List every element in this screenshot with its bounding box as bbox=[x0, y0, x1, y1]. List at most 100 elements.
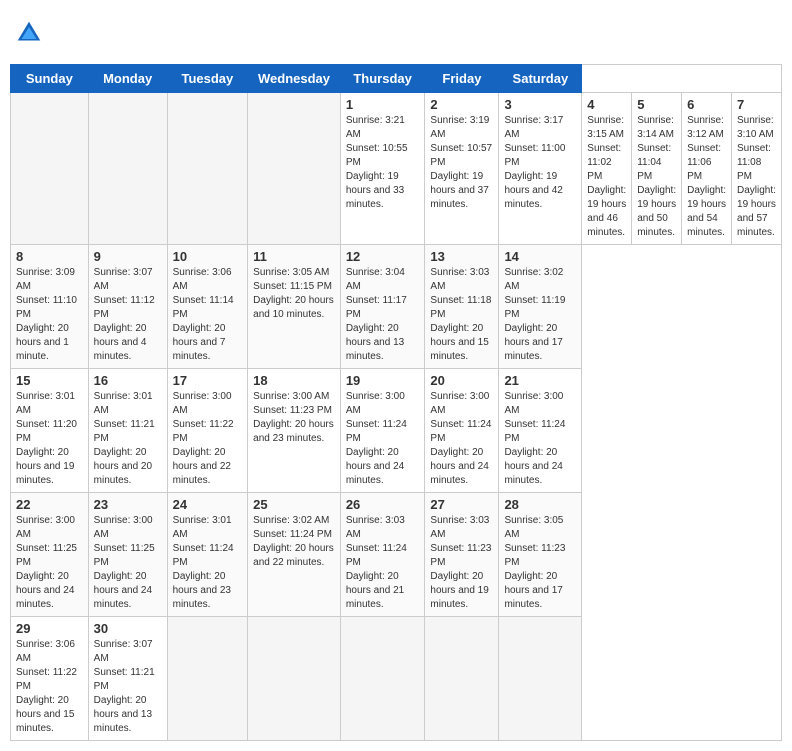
calendar-cell bbox=[425, 617, 499, 741]
day-info: Sunrise: 3:06 AMSunset: 11:22 PMDaylight… bbox=[16, 638, 83, 736]
calendar-cell: 22 Sunrise: 3:00 AMSunset: 11:25 PMDaylig… bbox=[11, 493, 89, 617]
day-of-week-tuesday: Tuesday bbox=[167, 65, 248, 93]
day-number: 24 bbox=[173, 497, 243, 512]
calendar-cell: 3Sunrise: 3:17 AMSunset: 11:00 PMDayligh… bbox=[499, 93, 582, 245]
calendar-cell: 15Sunrise: 3:01 AMSunset: 11:20 PMDaylig… bbox=[11, 369, 89, 493]
day-info: Sunrise: 3:01 AMSunset: 11:24 PMDaylight… bbox=[173, 514, 243, 612]
calendar-cell: 11Sunrise: 3:05 AMSunset: 11:15 PMDaylig… bbox=[248, 245, 341, 369]
calendar-cell: 8 Sunrise: 3:09 AMSunset: 11:10 PMDayligh… bbox=[11, 245, 89, 369]
day-number: 5 bbox=[637, 97, 676, 112]
calendar-cell: 18 Sunrise: 3:00 AMSunset: 11:23 PMDaylig… bbox=[248, 369, 341, 493]
calendar-cell: 24 Sunrise: 3:01 AMSunset: 11:24 PMDaylig… bbox=[167, 493, 248, 617]
day-info: Sunrise: 3:07 AMSunset: 11:21 PMDaylight… bbox=[94, 638, 162, 736]
day-number: 27 bbox=[430, 497, 493, 512]
calendar-cell: 9Sunrise: 3:07 AMSunset: 11:12 PMDayligh… bbox=[88, 245, 167, 369]
day-info: Sunrise: 3:03 AMSunset: 11:23 PMDaylight… bbox=[430, 514, 493, 612]
calendar-cell: 27 Sunrise: 3:03 AMSunset: 11:23 PMDaylig… bbox=[425, 493, 499, 617]
day-number: 30 bbox=[94, 621, 162, 636]
header bbox=[10, 10, 782, 56]
day-number: 4 bbox=[587, 97, 626, 112]
day-info: Sunrise: 3:06 AMSunset: 11:14 PMDaylight… bbox=[173, 266, 243, 364]
day-number: 20 bbox=[430, 373, 493, 388]
day-number: 3 bbox=[504, 97, 576, 112]
day-info: Sunrise: 3:00 AMSunset: 11:24 PMDaylight… bbox=[504, 390, 576, 488]
day-info: Sunrise: 3:02 AMSunset: 11:24 PMDaylight… bbox=[253, 514, 335, 570]
day-number: 17 bbox=[173, 373, 243, 388]
calendar-week-row: 15Sunrise: 3:01 AMSunset: 11:20 PMDaylig… bbox=[11, 369, 782, 493]
day-info: Sunrise: 3:00 AMSunset: 11:24 PMDaylight… bbox=[346, 390, 420, 488]
calendar-cell: 16 Sunrise: 3:01 AMSunset: 11:21 PMDaylig… bbox=[88, 369, 167, 493]
day-number: 26 bbox=[346, 497, 420, 512]
day-number: 23 bbox=[94, 497, 162, 512]
day-info: Sunrise: 3:14 AMSunset: 11:04 PMDaylight… bbox=[637, 114, 676, 240]
logo bbox=[14, 18, 48, 48]
day-info: Sunrise: 3:10 AMSunset: 11:08 PMDaylight… bbox=[737, 114, 776, 240]
day-info: Sunrise: 3:03 AMSunset: 11:18 PMDaylight… bbox=[430, 266, 493, 364]
day-info: Sunrise: 3:00 AMSunset: 11:25 PMDaylight… bbox=[94, 514, 162, 612]
day-number: 15 bbox=[16, 373, 83, 388]
day-info: Sunrise: 3:07 AMSunset: 11:12 PMDaylight… bbox=[94, 266, 162, 364]
calendar-cell bbox=[167, 617, 248, 741]
day-info: Sunrise: 3:01 AMSunset: 11:21 PMDaylight… bbox=[94, 390, 162, 488]
day-number: 19 bbox=[346, 373, 420, 388]
calendar-cell bbox=[248, 617, 341, 741]
day-info: Sunrise: 3:03 AMSunset: 11:24 PMDaylight… bbox=[346, 514, 420, 612]
day-of-week-monday: Monday bbox=[88, 65, 167, 93]
day-number: 12 bbox=[346, 249, 420, 264]
calendar-cell: 1Sunrise: 3:21 AMSunset: 10:55 PMDayligh… bbox=[340, 93, 425, 245]
calendar-cell bbox=[340, 617, 425, 741]
calendar-header-row: SundayMondayTuesdayWednesdayThursdayFrid… bbox=[11, 65, 782, 93]
day-info: Sunrise: 3:00 AMSunset: 11:22 PMDaylight… bbox=[173, 390, 243, 488]
day-info: Sunrise: 3:04 AMSunset: 11:17 PMDaylight… bbox=[346, 266, 420, 364]
calendar: SundayMondayTuesdayWednesdayThursdayFrid… bbox=[10, 64, 782, 741]
calendar-cell: 25Sunrise: 3:02 AMSunset: 11:24 PMDaylig… bbox=[248, 493, 341, 617]
calendar-cell: 30 Sunrise: 3:07 AMSunset: 11:21 PMDaylig… bbox=[88, 617, 167, 741]
day-number: 2 bbox=[430, 97, 493, 112]
calendar-week-row: 29 Sunrise: 3:06 AMSunset: 11:22 PMDaylig… bbox=[11, 617, 782, 741]
calendar-cell: 29 Sunrise: 3:06 AMSunset: 11:22 PMDaylig… bbox=[11, 617, 89, 741]
day-info: Sunrise: 3:00 AMSunset: 11:25 PMDaylight… bbox=[16, 514, 83, 612]
day-number: 8 bbox=[16, 249, 83, 264]
day-number: 14 bbox=[504, 249, 576, 264]
calendar-cell bbox=[88, 93, 167, 245]
calendar-cell: 4 Sunrise: 3:15 AMSunset: 11:02 PMDayligh… bbox=[582, 93, 632, 245]
day-info: Sunrise: 3:09 AMSunset: 11:10 PMDaylight… bbox=[16, 266, 83, 364]
calendar-cell bbox=[248, 93, 341, 245]
calendar-week-row: 22 Sunrise: 3:00 AMSunset: 11:25 PMDaylig… bbox=[11, 493, 782, 617]
calendar-cell: 5 Sunrise: 3:14 AMSunset: 11:04 PMDayligh… bbox=[632, 93, 682, 245]
day-number: 16 bbox=[94, 373, 162, 388]
calendar-cell: 14Sunrise: 3:02 AMSunset: 11:19 PMDaylig… bbox=[499, 245, 582, 369]
day-number: 6 bbox=[687, 97, 726, 112]
day-number: 10 bbox=[173, 249, 243, 264]
calendar-week-row: 8 Sunrise: 3:09 AMSunset: 11:10 PMDayligh… bbox=[11, 245, 782, 369]
day-info: Sunrise: 3:19 AMSunset: 10:57 PMDaylight… bbox=[430, 114, 493, 212]
day-info: Sunrise: 3:21 AMSunset: 10:55 PMDaylight… bbox=[346, 114, 420, 212]
day-number: 18 bbox=[253, 373, 335, 388]
calendar-cell: 17 Sunrise: 3:00 AMSunset: 11:22 PMDaylig… bbox=[167, 369, 248, 493]
day-info: Sunrise: 3:05 AMSunset: 11:23 PMDaylight… bbox=[504, 514, 576, 612]
calendar-week-row: 1Sunrise: 3:21 AMSunset: 10:55 PMDayligh… bbox=[11, 93, 782, 245]
day-info: Sunrise: 3:00 AMSunset: 11:24 PMDaylight… bbox=[430, 390, 493, 488]
calendar-cell: 19 Sunrise: 3:00 AMSunset: 11:24 PMDaylig… bbox=[340, 369, 425, 493]
calendar-cell: 21 Sunrise: 3:00 AMSunset: 11:24 PMDaylig… bbox=[499, 369, 582, 493]
calendar-cell: 13Sunrise: 3:03 AMSunset: 11:18 PMDaylig… bbox=[425, 245, 499, 369]
calendar-cell: 2 Sunrise: 3:19 AMSunset: 10:57 PMDayligh… bbox=[425, 93, 499, 245]
day-of-week-thursday: Thursday bbox=[340, 65, 425, 93]
day-of-week-wednesday: Wednesday bbox=[248, 65, 341, 93]
calendar-cell: 20 Sunrise: 3:00 AMSunset: 11:24 PMDaylig… bbox=[425, 369, 499, 493]
calendar-cell: 10 Sunrise: 3:06 AMSunset: 11:14 PMDaylig… bbox=[167, 245, 248, 369]
calendar-cell: 12 Sunrise: 3:04 AMSunset: 11:17 PMDaylig… bbox=[340, 245, 425, 369]
day-number: 7 bbox=[737, 97, 776, 112]
day-number: 29 bbox=[16, 621, 83, 636]
day-number: 22 bbox=[16, 497, 83, 512]
day-number: 11 bbox=[253, 249, 335, 264]
day-of-week-sunday: Sunday bbox=[11, 65, 89, 93]
day-info: Sunrise: 3:12 AMSunset: 11:06 PMDaylight… bbox=[687, 114, 726, 240]
day-number: 21 bbox=[504, 373, 576, 388]
day-info: Sunrise: 3:00 AMSunset: 11:23 PMDaylight… bbox=[253, 390, 335, 446]
calendar-cell bbox=[167, 93, 248, 245]
calendar-cell: 6 Sunrise: 3:12 AMSunset: 11:06 PMDayligh… bbox=[682, 93, 732, 245]
day-info: Sunrise: 3:15 AMSunset: 11:02 PMDaylight… bbox=[587, 114, 626, 240]
calendar-cell: 7 Sunrise: 3:10 AMSunset: 11:08 PMDayligh… bbox=[732, 93, 782, 245]
day-of-week-saturday: Saturday bbox=[499, 65, 582, 93]
